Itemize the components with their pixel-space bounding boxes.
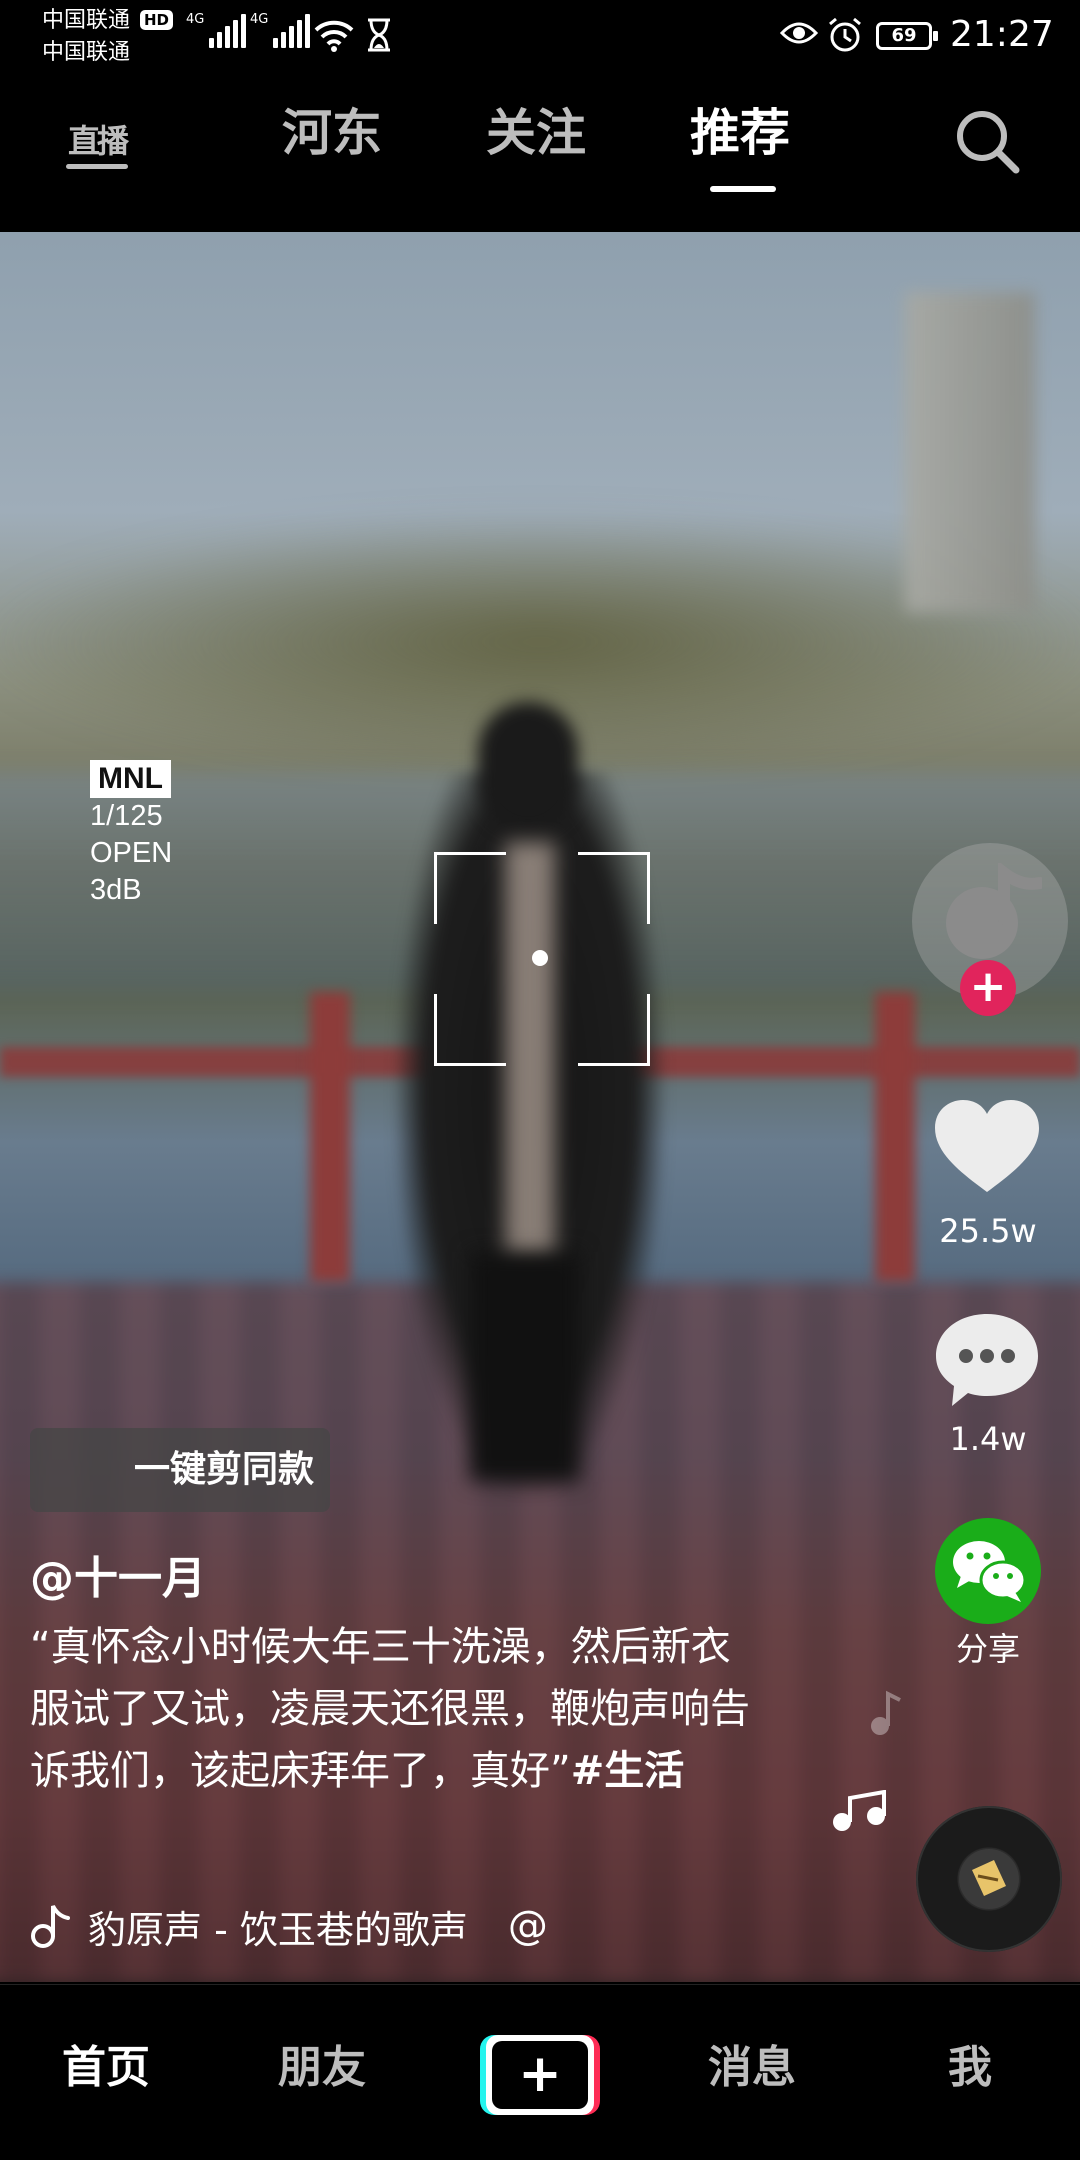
background-building [905,292,1035,612]
eye-icon [780,22,818,44]
disc-cover-icon [972,1860,1006,1896]
signal-2-icon: 4G [250,12,311,48]
nav-home[interactable]: 首页 [62,2031,150,2095]
hashtag-link[interactable]: #生活 [571,1748,685,1794]
live-icon-label: 直播 [67,122,129,160]
share-wechat-button[interactable] [935,1518,1041,1624]
network-1-label: 4G [186,12,205,27]
create-button[interactable]: + [480,2035,600,2115]
music-at-symbol: @ [507,1903,548,1949]
signal-1-icon: 4G [186,12,247,48]
post-description: “真怀念小时候大年三十洗澡，然后新衣服试了又试，凌晨天还很黑，鞭炮声响告诉我们，… [30,1616,770,1802]
tab-recommend[interactable]: 推荐 [690,108,790,158]
clock: 21:27 [950,14,1054,55]
plus-icon: + [492,2041,588,2109]
floating-note-icon [833,1790,886,1831]
live-icon[interactable]: 直播 [62,102,132,180]
hd-badge: HD [140,10,174,30]
tiktok-note-icon [31,1905,70,1948]
nav-me[interactable]: 我 [948,2031,992,2095]
like-count: 25.5w [939,1212,1037,1250]
hourglass-icon [368,18,390,52]
comment-bubble-icon[interactable] [934,1310,1040,1410]
author-name[interactable]: @十一月 [30,1542,206,1606]
carrier-2: 中国联通 [42,40,131,65]
camera-shutter: 1/125 [90,800,163,832]
status-bar: 中国联通 HD 中国联通 4G 4G 69 21:27 [0,0,1080,72]
bottom-nav: 首页 朋友 + 消息 我 [0,1984,1080,2160]
wechat-icon [953,1541,1027,1602]
active-tab-indicator [710,186,776,192]
camera-aperture: OPEN [90,837,173,869]
nav-friends[interactable]: 朋友 [278,2031,366,2095]
music-title: 豹原声 - 饮玉巷的歌声 [88,1907,468,1952]
comment-count: 1.4w [949,1420,1027,1458]
music-note-avatar-icon [946,863,1042,959]
camera-gain: 3dB [90,874,142,906]
floating-note-icon [871,1690,901,1735]
nav-messages[interactable]: 消息 [708,2031,796,2095]
alarm-icon [829,17,861,52]
one-click-template-button[interactable]: 一键剪同款 [30,1428,330,1512]
follow-button[interactable]: + [960,960,1016,1016]
battery-indicator: 69 [876,22,938,50]
camera-mode-badge: MNL [90,760,171,798]
carrier-1: 中国联通 [42,8,131,33]
share-label: 分享 [955,1630,1020,1668]
top-nav: 直播 河东 关注 推荐 [0,72,1080,232]
music-disc[interactable] [916,1806,1062,1952]
focus-point [532,950,548,966]
tab-hedong[interactable]: 河东 [282,108,382,158]
search-icon[interactable] [952,106,1022,176]
music-info[interactable]: 豹原声 - 饮玉巷的歌声 @ [30,1896,548,1956]
network-2-label: 4G [250,12,269,27]
tab-following[interactable]: 关注 [486,108,586,158]
wifi-icon [314,20,354,52]
like-heart-icon[interactable] [933,1098,1041,1196]
camera-info-overlay: MNL 1/125 OPEN 3dB [90,760,172,909]
